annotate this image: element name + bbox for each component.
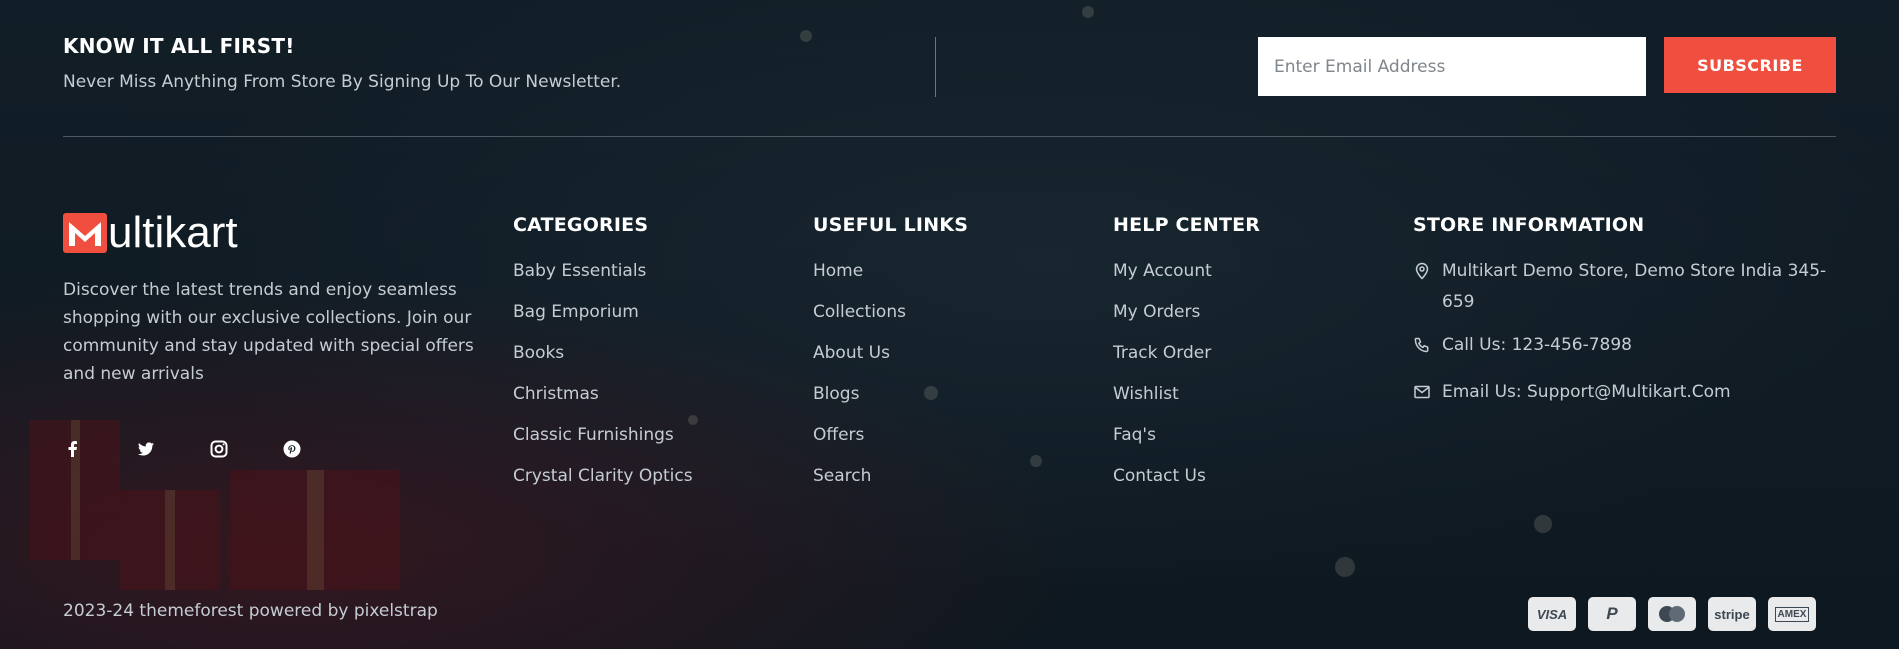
category-link[interactable]: Classic Furnishings bbox=[513, 420, 693, 461]
mail-icon bbox=[1414, 385, 1430, 399]
category-link[interactable]: Bag Emporium bbox=[513, 297, 693, 338]
stripe-label: stripe bbox=[1714, 606, 1750, 622]
pinterest-link[interactable] bbox=[282, 437, 355, 461]
payment-methods: VISA P stripe AMEX bbox=[1528, 597, 1816, 631]
categories-list: Baby Essentials Bag Emporium Books Chris… bbox=[513, 256, 693, 502]
email-input[interactable] bbox=[1258, 37, 1646, 96]
visa-icon: VISA bbox=[1528, 597, 1576, 631]
amex-label: AMEX bbox=[1774, 606, 1810, 622]
logo-mark-icon bbox=[63, 213, 107, 253]
store-info-heading: STORE INFORMATION bbox=[1413, 214, 1645, 236]
store-email-text[interactable]: Email Us: Support@Multikart.Com bbox=[1442, 377, 1731, 408]
facebook-link[interactable] bbox=[63, 437, 136, 461]
social-links bbox=[63, 437, 355, 461]
help-link[interactable]: My Orders bbox=[1113, 297, 1260, 338]
help-link[interactable]: Wishlist bbox=[1113, 379, 1260, 420]
newsletter-title: KNOW IT ALL FIRST! bbox=[63, 34, 295, 58]
visa-label: VISA bbox=[1536, 606, 1568, 622]
store-info-column: STORE INFORMATION Multikart Demo Store, … bbox=[1413, 214, 1843, 408]
newsletter-subtitle: Never Miss Anything From Store By Signin… bbox=[63, 72, 622, 92]
paypal-label: P bbox=[1606, 604, 1618, 623]
paypal-icon: P bbox=[1588, 597, 1636, 631]
phone-icon bbox=[1414, 337, 1429, 353]
category-link[interactable]: Crystal Clarity Optics bbox=[513, 461, 693, 502]
help-link[interactable]: Faq's bbox=[1113, 420, 1260, 461]
store-phone-text[interactable]: Call Us: 123-456-7898 bbox=[1442, 330, 1632, 361]
help-center-column: HELP CENTER My Account My Orders Track O… bbox=[1113, 214, 1260, 502]
category-link[interactable]: Baby Essentials bbox=[513, 256, 693, 297]
pinterest-icon bbox=[283, 440, 301, 458]
useful-link[interactable]: Home bbox=[813, 256, 968, 297]
categories-heading: CATEGORIES bbox=[513, 214, 649, 236]
site-footer: KNOW IT ALL FIRST! Never Miss Anything F… bbox=[0, 0, 1899, 649]
mastercard-icon bbox=[1648, 597, 1696, 631]
useful-links-heading: USEFUL LINKS bbox=[813, 214, 969, 236]
help-link[interactable]: Contact Us bbox=[1113, 461, 1260, 502]
instagram-icon bbox=[210, 440, 228, 458]
store-email: Email Us: Support@Multikart.Com bbox=[1413, 377, 1843, 408]
map-pin-icon bbox=[1415, 262, 1429, 280]
multikart-logo[interactable]: ultikart bbox=[63, 208, 238, 257]
useful-link[interactable]: Search bbox=[813, 461, 968, 502]
useful-link[interactable]: Blogs bbox=[813, 379, 968, 420]
useful-links-column: USEFUL LINKS Home Collections About Us B… bbox=[813, 214, 968, 502]
category-link[interactable]: Books bbox=[513, 338, 693, 379]
logo-text: ultikart bbox=[108, 208, 238, 257]
stripe-icon: stripe bbox=[1708, 597, 1756, 631]
twitter-link[interactable] bbox=[136, 437, 209, 461]
useful-link[interactable]: Collections bbox=[813, 297, 968, 338]
help-link[interactable]: My Account bbox=[1113, 256, 1260, 297]
store-phone: Call Us: 123-456-7898 bbox=[1413, 330, 1843, 361]
subscribe-button[interactable]: SUBSCRIBE bbox=[1664, 37, 1836, 93]
category-link[interactable]: Christmas bbox=[513, 379, 693, 420]
help-center-heading: HELP CENTER bbox=[1113, 214, 1261, 236]
instagram-link[interactable] bbox=[209, 437, 282, 461]
facebook-icon bbox=[68, 441, 77, 457]
help-center-list: My Account My Orders Track Order Wishlis… bbox=[1113, 256, 1260, 502]
copyright-text: 2023-24 themeforest powered by pixelstra… bbox=[63, 601, 438, 621]
newsletter-divider bbox=[935, 37, 936, 97]
categories-column: CATEGORIES Baby Essentials Bag Emporium … bbox=[513, 214, 693, 502]
brand-description: Discover the latest trends and enjoy sea… bbox=[63, 280, 474, 384]
section-divider bbox=[63, 136, 1836, 137]
store-address: Multikart Demo Store, Demo Store India 3… bbox=[1413, 256, 1843, 318]
useful-links-list: Home Collections About Us Blogs Offers S… bbox=[813, 256, 968, 502]
useful-link[interactable]: Offers bbox=[813, 420, 968, 461]
store-address-text: Multikart Demo Store, Demo Store India 3… bbox=[1442, 261, 1827, 312]
twitter-icon bbox=[138, 442, 154, 456]
help-link[interactable]: Track Order bbox=[1113, 338, 1260, 379]
useful-link[interactable]: About Us bbox=[813, 338, 968, 379]
amex-icon: AMEX bbox=[1768, 597, 1816, 631]
